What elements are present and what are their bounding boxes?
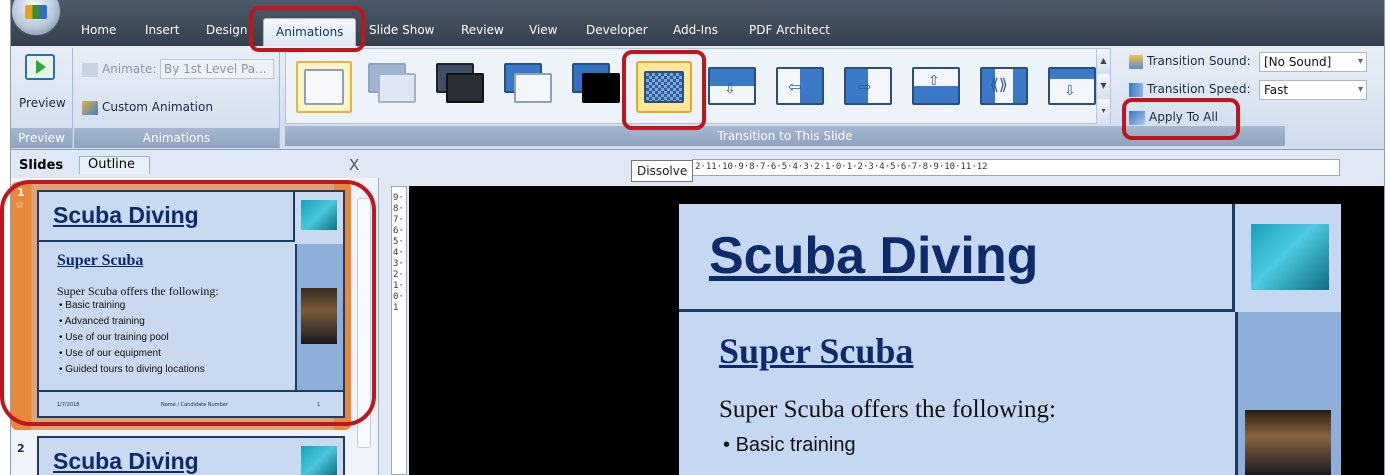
arrow-up-icon: ⇧ [928,73,940,89]
no-transition-icon [304,69,344,105]
transition-speed-label: Transition Speed: [1147,82,1251,96]
highlight-animations-tab [249,6,365,52]
dissolve-tooltip: Dissolve [631,160,694,182]
highlight-slide-1 [0,180,376,426]
transition-split[interactable]: ⟪⟫ [976,61,1032,113]
office-logo-icon [25,5,47,19]
slides-pane-tabs: Slides Outline X [11,150,379,178]
animate-label: Animate: [102,62,157,76]
slide-2-thumbnail[interactable]: Scuba Diving [37,436,345,475]
tab-slides[interactable]: Slides [19,158,63,173]
main-slide-bullet[interactable]: • Basic training [723,434,856,457]
tab-add-ins[interactable]: Add-Ins [673,23,718,37]
split-icon: ⟪⟫ [990,75,1008,94]
main-slide-intro[interactable]: Super Scuba offers the following: [719,396,1056,424]
main-slide-title[interactable]: Scuba Diving [709,226,1038,286]
diver-image [301,446,337,475]
transition-cover-down[interactable]: ⇩ [1044,61,1100,113]
transition-wipe-up[interactable]: ⇧ [908,61,964,113]
pane-close-icon[interactable]: X [349,156,359,174]
transition-cut-through-black[interactable] [568,61,624,113]
transition-wipe-down[interactable]: ⇩ [704,61,760,113]
slide-editing-area[interactable]: Scuba Diving Super Scuba Super Scuba off… [409,186,1384,475]
main-slide[interactable]: Scuba Diving Super Scuba Super Scuba off… [679,204,1341,475]
slide-2-title: Scuba Diving [53,448,199,474]
ribbon-tab-bar: Home Insert Design Animations Slide Show… [11,0,1384,48]
transition-speed-row: Transition Speed: [1129,82,1251,97]
highlight-dissolve [622,50,706,130]
transition-fade-smoothly[interactable] [364,61,420,113]
gallery-scroll-up[interactable]: ▲ [1096,49,1110,74]
preview-group: Preview Preview [11,48,73,148]
arrow-down-icon: ⇩ [724,81,736,97]
animations-group-label: Animations [74,128,279,148]
tab-pdf-architect[interactable]: PDF Architect [749,23,830,37]
tab-design[interactable]: Design [206,23,247,37]
gallery-scroll-down[interactable]: ▼ [1096,74,1110,99]
sound-icon [1129,54,1143,69]
transition-fade-through-black[interactable] [432,61,488,113]
transition-sound-row: Transition Sound: [1129,54,1251,69]
transition-wipe-right[interactable]: ⇨ [840,61,896,113]
tab-insert[interactable]: Insert [145,23,179,37]
tab-home[interactable]: Home [81,23,116,37]
custom-animation-label: Custom Animation [102,100,213,114]
horizontal-ruler: 2·11·10·9·8·7·6·5·4·3·2·1·0·1·2·3·4·5·6·… [692,159,1340,176]
tab-outline[interactable]: Outline [79,156,151,174]
vertical-ruler: 9·8·7·6·5·4·3·2·1·0·1 [391,186,407,475]
transition-speed-dropdown[interactable]: Fast [1259,80,1367,100]
transition-cut[interactable] [500,61,556,113]
tab-slide-show[interactable]: Slide Show [369,23,434,37]
preview-icon[interactable] [25,54,55,80]
diver-image[interactable] [1251,224,1329,290]
transition-no-transition[interactable] [296,61,352,113]
arrow-right-icon: ⇨ [858,77,872,96]
highlight-apply-to-all [1122,98,1240,140]
preview-group-label: Preview [11,128,72,148]
transition-wipe-left[interactable]: ⇦ [772,61,828,113]
preview-button[interactable]: Preview [19,96,66,110]
gallery-more[interactable]: ▾ [1096,99,1110,124]
custom-animation-button[interactable]: Custom Animation [82,100,213,115]
animations-group: Animate: By 1st Level Pa... Custom Anima… [74,48,280,148]
office-button[interactable] [11,0,61,36]
animate-row: Animate: [82,62,156,77]
transition-sound-dropdown[interactable]: [No Sound] [1259,52,1367,72]
speed-icon [1129,82,1143,97]
arrow-down-icon: ⇩ [1064,83,1076,99]
animate-dropdown[interactable]: By 1st Level Pa... [160,59,274,79]
tab-developer[interactable]: Developer [586,23,648,37]
tab-review[interactable]: Review [461,23,504,37]
transition-sound-label: Transition Sound: [1147,54,1251,68]
main-slide-subtitle[interactable]: Super Scuba [719,330,913,372]
arrow-left-icon: ⇦ [788,77,802,96]
animate-icon [82,62,98,77]
lionfish-image[interactable] [1245,410,1331,475]
slide-2-number: 2 [17,442,25,455]
custom-animation-icon [82,100,98,115]
tab-view[interactable]: View [529,23,557,37]
